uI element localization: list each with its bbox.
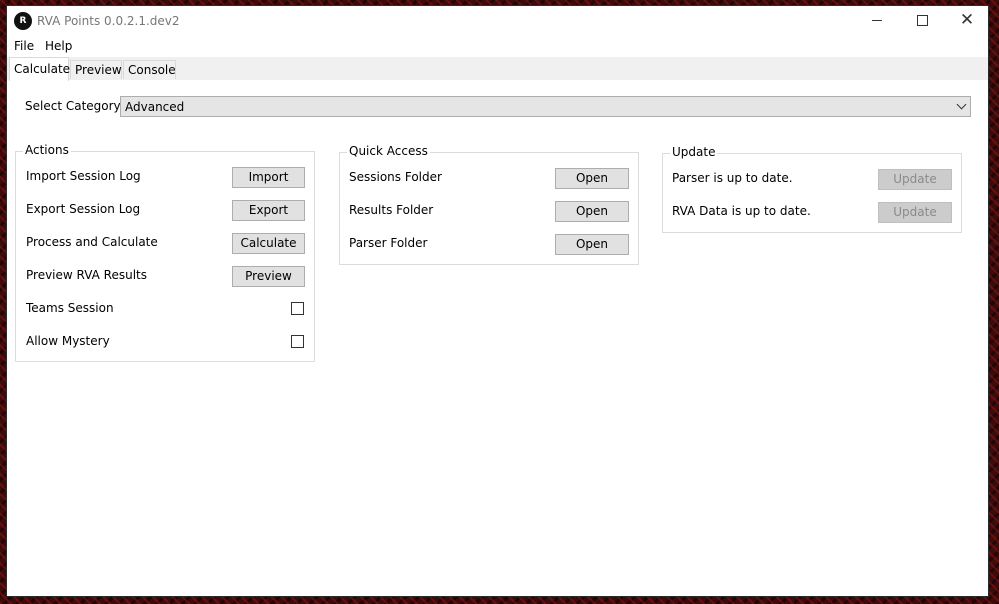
quick-access-group: Quick Access Sessions Folder Open Result… [339,144,639,265]
update-group: Update Parser is up to date. Update RVA … [662,145,962,233]
category-value: Advanced [125,100,185,114]
preview-label: Preview RVA Results [26,268,148,282]
tab-strip: Calculate Preview Console [7,57,988,81]
import-label: Import Session Log [26,169,141,183]
open-sessions-folder-button[interactable]: Open [555,168,629,189]
parser-status: Parser is up to date. [672,171,793,185]
close-button[interactable]: ✕ [944,6,988,37]
allow-mystery-checkbox[interactable] [291,335,304,348]
actions-title: Actions [23,143,71,157]
allow-mystery-label: Allow Mystery [26,334,110,348]
update-rva-data-button[interactable]: Update [878,202,952,223]
preview-button[interactable]: Preview [232,266,305,287]
menu-file[interactable]: File [11,39,37,53]
calculate-panel: Select Category: Advanced Actions Import… [7,80,988,596]
maximize-icon [916,15,928,26]
import-button[interactable]: Import [232,167,305,188]
tab-console[interactable]: Console [123,60,176,79]
app-window: R RVA Points 0.0.2.1.dev2 ✕ File Help Ca… [6,5,989,597]
results-folder-label: Results Folder [349,203,434,217]
calculate-label: Process and Calculate [26,235,158,249]
category-select[interactable]: Advanced [120,96,971,117]
tab-calculate[interactable]: Calculate [9,57,70,81]
rva-data-status: RVA Data is up to date. [672,204,811,218]
menu-bar: File Help [7,37,988,57]
chevron-down-icon [956,99,967,110]
minimize-button[interactable] [854,6,900,37]
teams-session-checkbox[interactable] [291,302,304,315]
window-title: RVA Points 0.0.2.1.dev2 [37,14,180,28]
tab-preview[interactable]: Preview [70,60,122,79]
actions-group: Actions Import Session Log Import Export… [15,143,315,362]
minimize-icon [872,20,882,21]
update-title: Update [670,145,718,159]
export-button[interactable]: Export [232,200,305,221]
close-icon: ✕ [959,10,975,30]
calculate-button[interactable]: Calculate [232,233,305,254]
quick-access-title: Quick Access [347,144,430,158]
open-results-folder-button[interactable]: Open [555,201,629,222]
open-parser-folder-button[interactable]: Open [555,234,629,255]
sessions-folder-label: Sessions Folder [349,170,442,184]
title-bar[interactable]: R RVA Points 0.0.2.1.dev2 ✕ [7,6,988,37]
category-label: Select Category: [25,99,124,113]
maximize-button[interactable] [899,6,945,37]
menu-help[interactable]: Help [42,39,75,53]
update-parser-button[interactable]: Update [878,169,952,190]
export-label: Export Session Log [26,202,141,216]
teams-session-label: Teams Session [26,301,114,315]
parser-folder-label: Parser Folder [349,236,428,250]
app-logo-icon: R [14,12,32,30]
